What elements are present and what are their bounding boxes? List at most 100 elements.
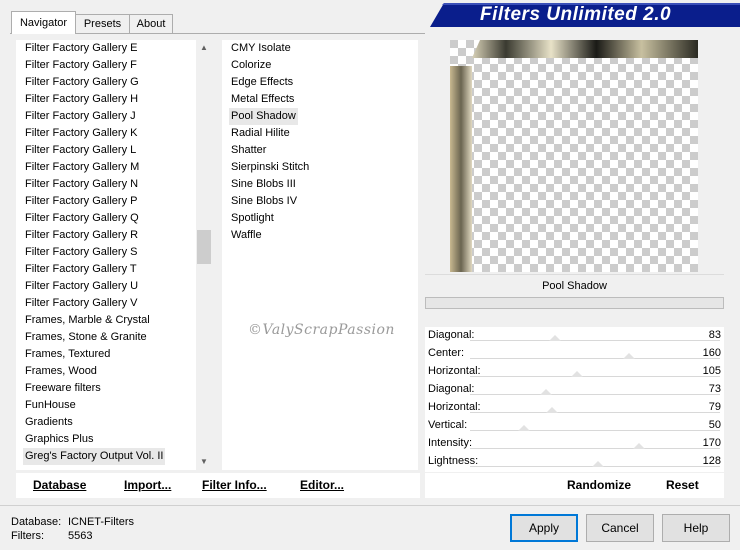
filter-item[interactable]: Colorize — [229, 57, 273, 74]
category-list[interactable]: Filter Factory Gallery E Filter Factory G… — [16, 40, 212, 470]
param-row[interactable]: Diagonal: 73 — [425, 381, 724, 399]
watermark-text: ©ValyScrapPassion — [248, 322, 395, 338]
progress-bar — [425, 297, 724, 309]
param-label: Horizontal: — [428, 365, 481, 377]
scroll-thumb[interactable] — [197, 230, 211, 264]
category-item[interactable]: Filter Factory Gallery G — [23, 74, 141, 91]
category-item[interactable]: Filter Factory Gallery N — [23, 176, 140, 193]
category-item[interactable]: Filter Factory Gallery Q — [23, 210, 141, 227]
slider-thumb[interactable] — [592, 461, 605, 467]
param-row[interactable]: Horizontal: 79 — [425, 399, 724, 417]
filter-item[interactable]: Waffle — [229, 227, 264, 244]
toolbar-right: Randomize Reset — [425, 473, 724, 498]
param-value: 105 — [702, 365, 721, 377]
category-item[interactable]: Freeware filters — [23, 380, 103, 397]
editor-button[interactable]: Editor... — [300, 473, 344, 498]
tab-navigator[interactable]: Navigator — [11, 11, 76, 34]
slider-track[interactable] — [470, 394, 720, 395]
banner-title: Filters Unlimited 2.0 — [480, 4, 672, 25]
category-item[interactable]: FunHouse — [23, 397, 78, 414]
category-item[interactable]: Filter Factory Gallery M — [23, 159, 141, 176]
category-item[interactable]: Filter Factory Gallery R — [23, 227, 140, 244]
filter-item[interactable]: Radial Hilite — [229, 125, 292, 142]
slider-thumb[interactable] — [632, 443, 645, 449]
category-item[interactable]: Filter Factory Gallery L — [23, 142, 138, 159]
database-button[interactable]: Database — [33, 473, 86, 498]
footer-divider — [0, 505, 740, 506]
slider-track[interactable] — [470, 358, 720, 359]
category-item[interactable]: Filter Factory Gallery J — [23, 108, 138, 125]
param-label: Diagonal: — [428, 329, 475, 341]
param-value: 50 — [708, 419, 721, 431]
preview-image — [450, 40, 698, 272]
category-item[interactable]: Filter Factory Gallery S — [23, 244, 139, 261]
filter-item[interactable]: Pool Shadow — [229, 108, 298, 125]
param-label: Vertical: — [428, 419, 468, 431]
category-item[interactable]: Gradients — [23, 414, 75, 431]
filter-item[interactable]: Edge Effects — [229, 74, 295, 91]
slider-thumb[interactable] — [539, 389, 552, 395]
randomize-button[interactable]: Randomize — [567, 473, 631, 498]
filter-item[interactable]: Sierpinski Stitch — [229, 159, 311, 176]
param-row[interactable]: Center: 160 — [425, 345, 724, 363]
filter-item[interactable]: Metal Effects — [229, 91, 296, 108]
tab-presets[interactable]: Presets — [74, 14, 131, 33]
filters-label: Filters: — [11, 530, 44, 542]
category-item[interactable]: Frames, Wood — [23, 363, 99, 380]
database-label: Database: — [11, 516, 62, 528]
slider-thumb[interactable] — [570, 371, 583, 377]
param-value: 170 — [702, 437, 721, 449]
category-item[interactable]: Filter Factory Gallery P — [23, 193, 139, 210]
apply-button[interactable]: Apply — [510, 514, 578, 542]
category-scrollbar[interactable]: ▲ ▼ — [196, 40, 212, 470]
import-button[interactable]: Import... — [124, 473, 171, 498]
slider-track[interactable] — [470, 430, 720, 431]
help-button[interactable]: Help — [662, 514, 730, 542]
slider-track[interactable] — [470, 376, 720, 377]
category-item[interactable]: Filter Factory Gallery T — [23, 261, 139, 278]
category-item[interactable]: Frames, Textured — [23, 346, 112, 363]
filter-item[interactable]: Shatter — [229, 142, 268, 159]
param-value: 73 — [708, 383, 721, 395]
category-item[interactable]: Filter Factory Gallery E — [23, 40, 139, 57]
scroll-down-arrow-icon[interactable]: ▼ — [196, 454, 212, 470]
param-row[interactable]: Diagonal: 83 — [425, 327, 724, 345]
parameter-panel: Diagonal: 83 Center: 160 Horizontal: 105 Diago… — [425, 327, 724, 472]
filter-item[interactable]: Spotlight — [229, 210, 276, 227]
slider-track[interactable] — [470, 448, 720, 449]
category-item[interactable]: Filter Factory Gallery U — [23, 278, 140, 295]
param-value: 160 — [702, 347, 721, 359]
selected-filter-title: Pool Shadow — [425, 274, 724, 297]
category-item[interactable]: Filter Factory Gallery F — [23, 57, 139, 74]
param-row[interactable]: Horizontal: 105 — [425, 363, 724, 381]
slider-thumb[interactable] — [622, 353, 635, 359]
filter-item[interactable]: Sine Blobs III — [229, 176, 298, 193]
param-row[interactable]: Lightness: 128 — [425, 453, 724, 471]
slider-track[interactable] — [470, 340, 720, 341]
slider-thumb[interactable] — [545, 407, 558, 413]
filter-item[interactable]: CMY Isolate — [229, 40, 293, 57]
category-item[interactable]: Greg's Factory Output Vol. II — [23, 448, 166, 465]
slider-track[interactable] — [470, 412, 720, 413]
category-item[interactable]: Filter Factory Gallery K — [23, 125, 139, 142]
param-row[interactable]: Intensity: 170 — [425, 435, 724, 453]
slider-thumb[interactable] — [549, 335, 562, 341]
category-item[interactable]: Graphics Plus — [23, 431, 95, 448]
filter-info-button[interactable]: Filter Info... — [202, 473, 267, 498]
tab-about[interactable]: About — [129, 14, 173, 33]
category-item[interactable]: Filter Factory Gallery H — [23, 91, 140, 108]
category-item[interactable]: Frames, Stone & Granite — [23, 329, 149, 346]
reset-button[interactable]: Reset — [666, 473, 699, 498]
param-value: 128 — [702, 455, 721, 467]
toolbar-left: Database Import... Filter Info... Editor… — [16, 473, 420, 498]
param-row[interactable]: Vertical: 50 — [425, 417, 724, 435]
filter-item[interactable]: Sine Blobs IV — [229, 193, 299, 210]
slider-thumb[interactable] — [517, 425, 530, 431]
filter-list[interactable]: CMY Isolate Colorize Edge Effects Metal Eff… — [222, 40, 418, 470]
param-label: Lightness: — [428, 455, 479, 467]
category-item[interactable]: Filter Factory Gallery V — [23, 295, 139, 312]
param-label: Intensity: — [428, 437, 473, 449]
scroll-up-arrow-icon[interactable]: ▲ — [196, 40, 212, 56]
category-item[interactable]: Frames, Marble & Crystal — [23, 312, 152, 329]
cancel-button[interactable]: Cancel — [586, 514, 654, 542]
